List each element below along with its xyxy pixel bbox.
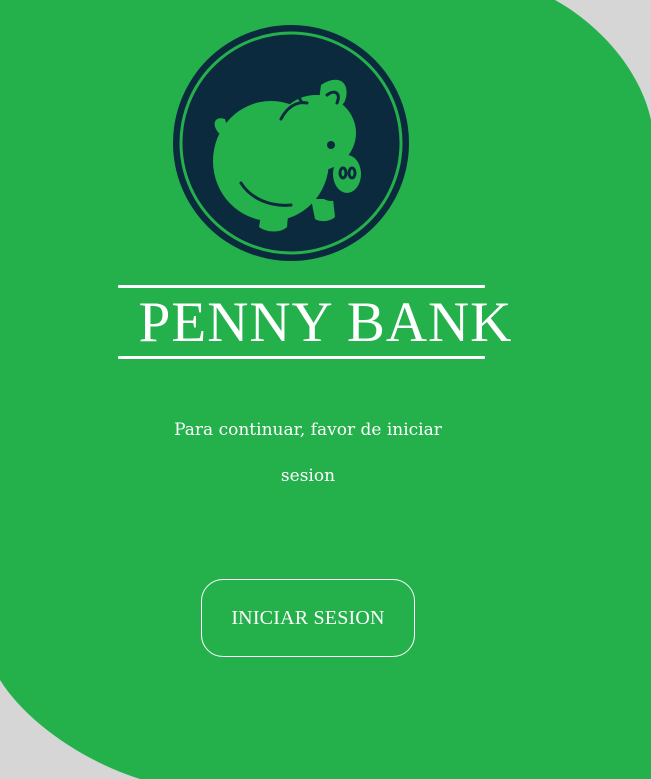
piggy-bank-logo — [171, 23, 411, 263]
piggy-bank-icon — [173, 25, 409, 261]
login-prompt-line-2: sesion — [280, 466, 336, 486]
login-button[interactable]: INICIAR SESION — [201, 579, 415, 657]
brand-rule-bottom — [118, 356, 485, 359]
brand-rule-top — [118, 285, 485, 288]
brand-name: PENNY BANK — [138, 291, 513, 354]
login-prompt-line-1: Para continuar, favor de iniciar — [174, 420, 442, 440]
